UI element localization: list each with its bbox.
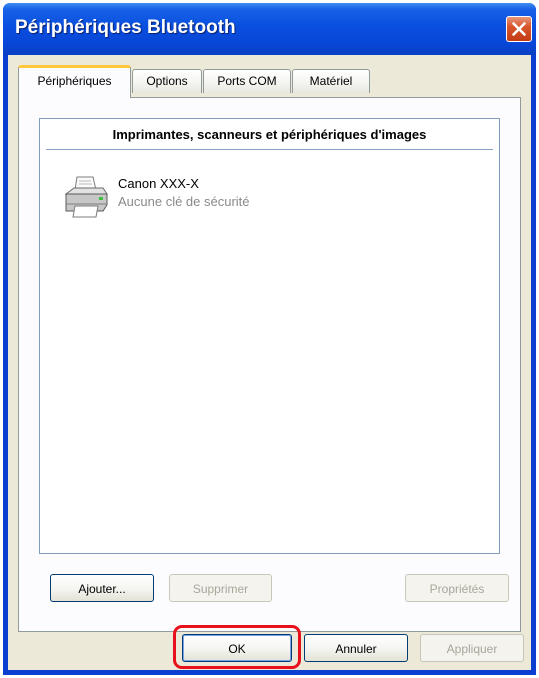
tab-label: Périphériques	[37, 74, 112, 88]
tab-options[interactable]: Options	[132, 69, 202, 93]
tab-label: Matériel	[309, 74, 353, 88]
ok-button-highlight	[173, 625, 301, 669]
apply-button[interactable]: Appliquer	[420, 634, 524, 662]
tab-materiel[interactable]: Matériel	[292, 69, 370, 93]
printer-icon	[64, 176, 108, 218]
add-device-button[interactable]: Ajouter...	[50, 574, 154, 602]
remove-device-button[interactable]: Supprimer	[169, 574, 272, 602]
properties-button[interactable]: Propriétés	[405, 574, 509, 602]
device-name: Canon XXX-X	[118, 176, 199, 191]
device-group-header: Imprimantes, scanneurs et périphériques …	[46, 127, 493, 150]
device-list-item[interactable]: Canon XXX-X Aucune clé de sécurité	[62, 171, 342, 229]
tab-label: Options	[146, 74, 188, 88]
device-security-status: Aucune clé de sécurité	[118, 194, 250, 209]
title-bar[interactable]: Périphériques Bluetooth	[3, 3, 536, 55]
tab-panel-peripheriques: Imprimantes, scanneurs et périphériques …	[18, 97, 521, 632]
window-title: Périphériques Bluetooth	[15, 17, 236, 38]
device-list[interactable]: Imprimantes, scanneurs et périphériques …	[39, 118, 500, 554]
tab-ports-com[interactable]: Ports COM	[203, 69, 291, 93]
close-icon	[512, 22, 526, 36]
bluetooth-devices-window: Périphériques Bluetooth Périphériques Op…	[3, 3, 536, 675]
dialog-client-area: Périphériques Options Ports COM Matériel…	[8, 55, 531, 670]
tab-peripheriques[interactable]: Périphériques	[18, 65, 131, 98]
tab-label: Ports COM	[217, 74, 277, 88]
close-button[interactable]	[506, 16, 532, 42]
cancel-button[interactable]: Annuler	[304, 634, 408, 662]
